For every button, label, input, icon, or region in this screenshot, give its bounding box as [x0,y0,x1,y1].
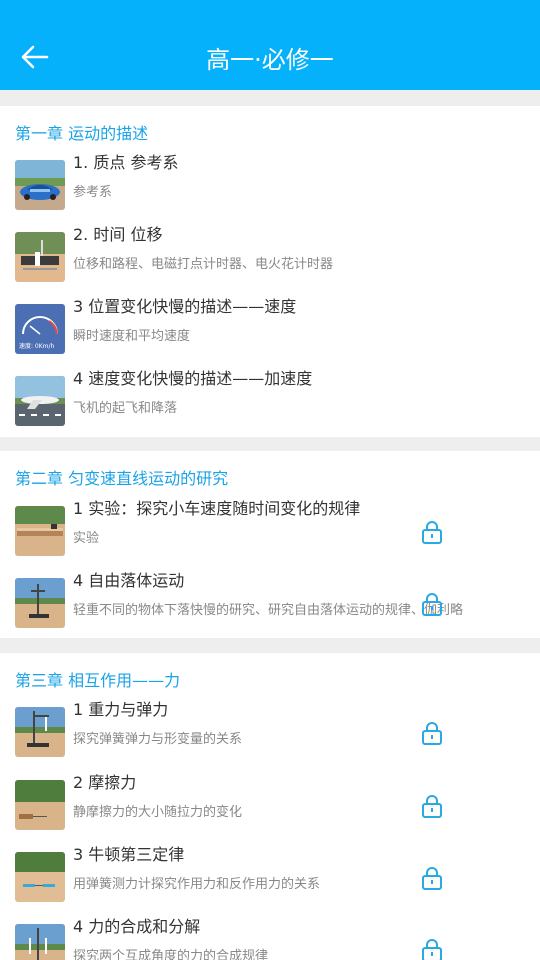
lesson-item[interactable]: 2 摩擦力 静摩擦力的大小随拉力的变化 [0,773,540,852]
lesson-item[interactable]: 2. 时间 位移 位移和路程、电磁打点计时器、电火花计时器 [0,225,540,304]
lesson-item[interactable]: 4 力的合成和分解 探究两个互成角度的力的合成规律 [0,917,540,960]
track-thumbnail [15,506,65,556]
lesson-item[interactable]: 速度: 0Km/h 3 位置变化快慢的描述——速度 瞬时速度和平均速度 [0,297,540,376]
lesson-subtitle: 瞬时速度和平均速度 [73,329,191,344]
lesson-title: 2. 时间 位移 [73,225,163,244]
chapter-card: 第二章 匀变速直线运动的研究 1 实验：探究小车速度随时间变化的规律 实验 4 … [0,451,540,638]
lock-icon [422,867,442,890]
lock-icon [422,593,442,616]
lesson-item[interactable]: 4 速度变化快慢的描述——加速度 飞机的起飞和降落 [0,369,540,448]
lesson-title: 1 重力与弹力 [73,700,169,719]
lock-icon [422,795,442,818]
lesson-item[interactable]: 4 自由落体运动 轻重不同的物体下落快慢的研究、研究自由落体运动的规律、伽利略 [0,571,540,650]
lesson-title: 4 自由落体运动 [73,571,185,590]
chapter-title: 第三章 相互作用——力 [15,671,181,690]
page-title: 高一·必修一 [206,46,334,74]
lock-icon [422,939,442,960]
force-thumbnail [15,924,65,960]
lesson-title: 3 位置变化快慢的描述——速度 [73,297,297,316]
speed-readout: 速度: 0Km/h [19,342,55,350]
chapter-title: 第一章 运动的描述 [15,124,149,143]
lesson-subtitle: 飞机的起飞和降落 [73,401,178,416]
speedometer-thumbnail: 速度: 0Km/h [15,304,65,354]
lesson-title: 2 摩擦力 [73,773,137,792]
lesson-subtitle: 用弹簧测力计探究作用力和反作用力的关系 [73,877,321,892]
lesson-item[interactable]: 1 重力与弹力 探究弹簧弹力与形变量的关系 [0,700,540,779]
lesson-title: 1. 质点 参考系 [73,153,179,172]
lesson-item[interactable]: 1. 质点 参考系 参考系 [0,153,540,232]
lesson-item[interactable]: 1 实验：探究小车速度随时间变化的规律 实验 [0,499,540,578]
spring-thumbnail [15,707,65,757]
lesson-subtitle: 轻重不同的物体下落快慢的研究、研究自由落体运动的规律、伽利略 [73,603,464,618]
chapter-title: 第二章 匀变速直线运动的研究 [15,469,229,488]
lesson-title: 4 速度变化快慢的描述——加速度 [73,369,313,388]
lesson-subtitle: 探究弹簧弹力与形变量的关系 [73,732,243,747]
lock-icon [422,521,442,544]
airplane-thumbnail [15,376,65,426]
chapter-card: 第一章 运动的描述 1. 质点 参考系 参考系 2. 时间 位移 位移和路程、电… [0,106,540,437]
stand-thumbnail [15,578,65,628]
lock-icon [422,722,442,745]
lesson-title: 1 实验：探究小车速度随时间变化的规律 [73,499,361,518]
car-thumbnail [15,160,65,210]
lesson-subtitle: 探究两个互成角度的力的合成规律 [73,949,269,960]
lesson-item[interactable]: 3 牛顿第三定律 用弹簧测力计探究作用力和反作用力的关系 [0,845,540,924]
lesson-subtitle: 静摩擦力的大小随拉力的变化 [73,805,243,820]
lesson-subtitle: 实验 [73,531,100,546]
lesson-title: 3 牛顿第三定律 [73,845,185,864]
app-header: 高一·必修一 [0,0,540,90]
newton-thumbnail [15,852,65,902]
friction-thumbnail [15,780,65,830]
lesson-list[interactable]: 第一章 运动的描述 1. 质点 参考系 参考系 2. 时间 位移 位移和路程、电… [0,90,540,960]
lesson-subtitle: 参考系 [73,185,113,200]
lesson-subtitle: 位移和路程、电磁打点计时器、电火花计时器 [73,257,334,272]
timer-thumbnail [15,232,65,282]
chapter-card: 第三章 相互作用——力 1 重力与弹力 探究弹簧弹力与形变量的关系 2 摩擦力 … [0,653,540,960]
lesson-title: 4 力的合成和分解 [73,917,201,936]
